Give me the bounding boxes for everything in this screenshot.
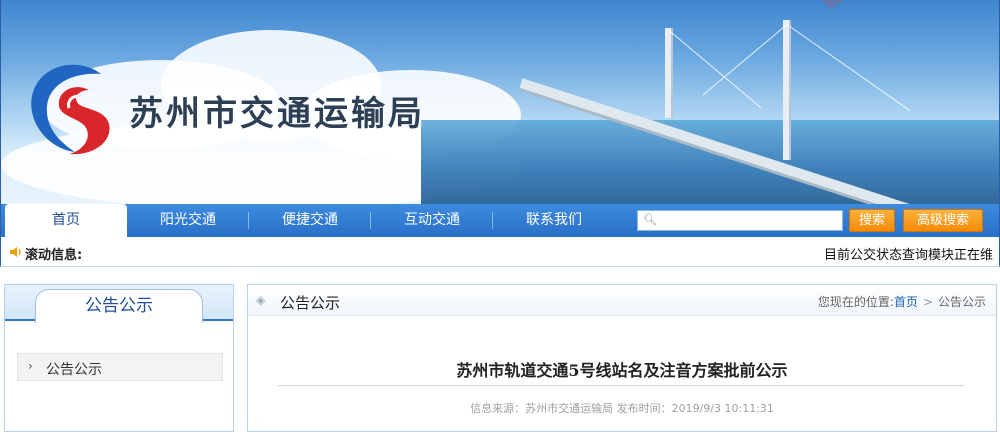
section-bullet-icon: ◈ — [256, 293, 266, 307]
speaker-icon — [10, 247, 21, 257]
search-button[interactable]: 搜索 — [849, 209, 895, 232]
nav-convenient-transport[interactable]: 便捷交通 — [249, 204, 371, 237]
ticker-text[interactable]: 目前公交状态查询模块正在维 — [824, 244, 993, 263]
main-content: ◈ 公告公示 您现在的位置:首页 > 公告公示 苏州市轨道交通5号线站名及注音方案批… — [247, 284, 997, 432]
article-title: 苏州市轨道交通5号线站名及注音方案批前公示 — [456, 361, 788, 380]
breadcrumb-current[interactable]: 公告公示 — [938, 295, 986, 309]
breadcrumb-separator: > — [922, 295, 933, 309]
search-icon: 🔍︎ — [643, 213, 657, 226]
breadcrumb-prefix: 您现在的位置: — [817, 295, 894, 309]
article-meta: 信息来源：苏州市交通运输局 发布时间：2019/9/3 10:11:31 — [470, 402, 774, 415]
sidebar: 公告公示 › 公告公示 — [4, 284, 234, 432]
search-input[interactable] — [658, 212, 840, 229]
nav-home[interactable]: 首页 — [5, 204, 127, 241]
divider — [278, 385, 964, 386]
ticker-label: 滚动信息: — [25, 248, 83, 263]
breadcrumb: 您现在的位置:首页 > 公告公示 — [818, 293, 986, 310]
sidebar-title: 公告公示 — [35, 289, 203, 323]
advanced-search-button[interactable]: 高级搜索 — [903, 209, 983, 232]
sidebar-item-label: 公告公示 — [46, 362, 102, 378]
site-title: 苏州市交通运输局 — [129, 94, 425, 134]
scrolling-info-bar: 滚动信息: 目前公交状态查询模块正在维 — [0, 237, 1000, 267]
nav-contact-us[interactable]: 联系我们 — [493, 204, 615, 237]
section-title: 公告公示 — [280, 294, 341, 312]
main-nav: 首页 阳光交通 便捷交通 互动交通 联系我们 🔍︎ 搜索 高级搜索 — [0, 204, 1000, 241]
breadcrumb-home-link[interactable]: 首页 — [894, 295, 918, 309]
header-banner: 苏州市交通运输局 — [0, 0, 1000, 204]
section-header: ◈ 公告公示 您现在的位置:首页 > 公告公示 — [248, 285, 996, 316]
sidebar-header: 公告公示 — [5, 285, 233, 323]
sidebar-item-announcements[interactable]: › 公告公示 — [17, 353, 223, 381]
nav-sunshine-transport[interactable]: 阳光交通 — [127, 204, 249, 237]
suzhou-transport-logo-icon — [31, 64, 110, 155]
search-box: 🔍︎ — [637, 210, 843, 231]
nav-interactive-transport[interactable]: 互动交通 — [371, 204, 493, 237]
chevron-right-icon: › — [28, 359, 33, 373]
